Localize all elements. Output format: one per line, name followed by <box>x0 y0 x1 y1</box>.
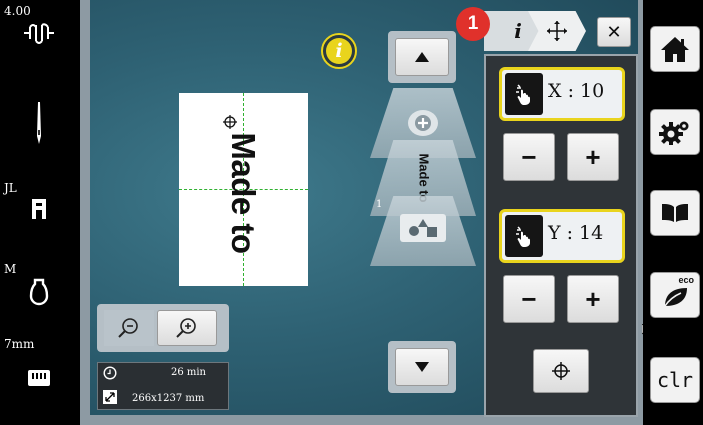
home-button[interactable] <box>650 26 700 72</box>
design-size: 266x1237 mm <box>132 393 205 404</box>
crosshair-icon <box>223 115 237 129</box>
tension-value: 4.00 <box>4 4 31 18</box>
zoom-out-icon <box>118 318 138 338</box>
y-decrease-button[interactable]: − <box>503 275 555 323</box>
gear-icon <box>659 121 689 145</box>
design-info-bar: 26 min 266x1237 mm <box>97 362 229 410</box>
arrow-up-icon <box>415 52 429 62</box>
center-design-button[interactable] <box>533 349 589 393</box>
y-position-value: Y : 14 <box>548 222 604 244</box>
design-info-button[interactable]: i <box>321 33 357 69</box>
close-icon: ✕ <box>606 21 622 42</box>
tutorial-button[interactable] <box>650 190 700 236</box>
frame-left <box>80 0 90 425</box>
arrow-down-icon <box>415 362 429 372</box>
presser-foot-icon[interactable] <box>0 278 78 306</box>
move-arrows-icon <box>547 21 567 41</box>
layer-scroll-up-frame <box>388 31 456 83</box>
design-text[interactable]: Made to <box>224 132 262 253</box>
y-position-field[interactable]: Y : 14 <box>499 209 625 263</box>
layer-scroll-down-button[interactable] <box>395 348 449 386</box>
stitch-plate-icon[interactable] <box>0 196 78 222</box>
book-icon <box>662 204 688 222</box>
zoom-in-button[interactable] <box>157 310 217 346</box>
eco-label: eco <box>678 275 694 285</box>
stitch-type-label: JL <box>4 181 17 195</box>
zoom-controls <box>97 304 229 352</box>
left-sidebar: 4.00 JL M 7mm <box>0 0 78 425</box>
layer-scroll-down-frame <box>388 341 456 393</box>
layer-design-preview: Made to <box>416 153 432 203</box>
minus-icon: − <box>521 283 537 314</box>
zoom-in-icon <box>176 318 196 338</box>
fabric-shapes-icon <box>400 214 446 242</box>
step-badge: 1 <box>456 7 490 41</box>
info-tab-label: i <box>514 19 522 43</box>
minus-icon: − <box>521 141 537 172</box>
feed-dog-icon[interactable] <box>0 366 78 390</box>
touch-hand-icon <box>505 73 543 115</box>
hoop-canvas[interactable]: Made to <box>179 93 308 286</box>
clear-label: clr <box>656 368 694 392</box>
y-increase-button[interactable]: + <box>567 275 619 323</box>
setup-button[interactable] <box>650 109 700 155</box>
eco-button[interactable]: eco <box>650 272 700 318</box>
zoom-out-button[interactable] <box>104 310 154 346</box>
position-panel: X : 10 − + Y : 14 − + <box>484 54 638 417</box>
needle-icon[interactable] <box>0 100 78 146</box>
add-layer-icon <box>408 110 438 136</box>
layer-scroll-up-button[interactable] <box>395 38 449 76</box>
x-decrease-button[interactable]: − <box>503 133 555 181</box>
touch-hand-icon <box>505 215 543 257</box>
x-increase-button[interactable]: + <box>567 133 619 181</box>
resize-icon <box>103 390 117 404</box>
crosshair-icon <box>552 362 570 380</box>
clear-button[interactable]: clr <box>650 357 700 403</box>
stitch-length-label: 7mm <box>4 337 35 351</box>
tab-bar: i ✕ <box>484 11 638 51</box>
presser-foot-label: M <box>4 262 17 276</box>
x-position-field[interactable]: X : 10 <box>499 67 625 121</box>
thread-tension-icon[interactable] <box>0 18 78 48</box>
plus-icon: + <box>585 283 601 314</box>
stitch-time: 26 min <box>170 367 206 378</box>
x-position-value: X : 10 <box>548 80 605 102</box>
home-icon <box>661 37 689 62</box>
close-button[interactable]: ✕ <box>597 17 631 47</box>
plus-icon: + <box>585 141 601 172</box>
clock-icon <box>103 366 117 380</box>
layer-number: 1 <box>376 199 383 210</box>
info-icon: i <box>326 38 352 64</box>
step-badge-number: 1 <box>467 13 479 34</box>
